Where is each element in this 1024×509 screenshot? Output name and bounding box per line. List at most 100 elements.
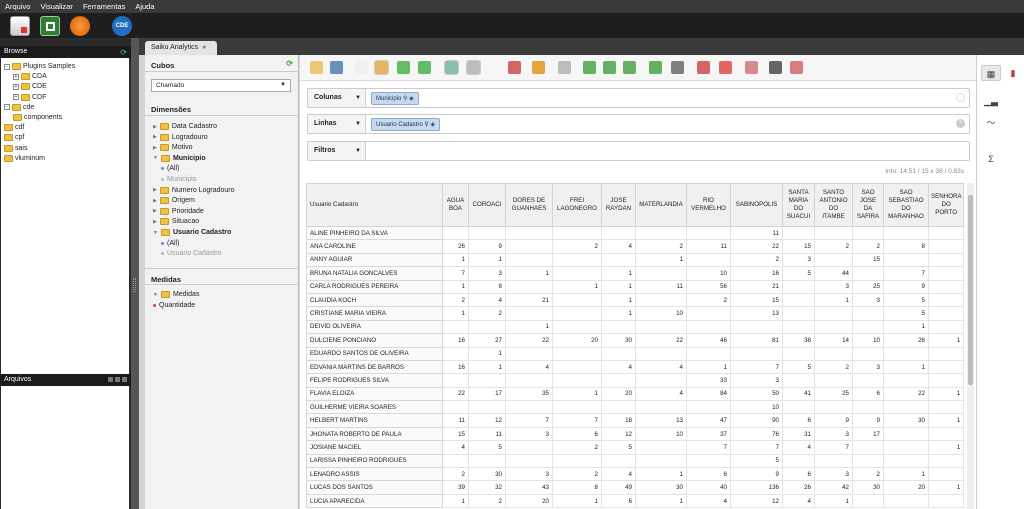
row-header[interactable]: EDVANIA MARTINS DE BARROS: [306, 359, 443, 375]
sum-icon[interactable]: Σ: [981, 151, 1001, 167]
table-cell[interactable]: [635, 453, 687, 469]
table-cell[interactable]: [601, 453, 636, 469]
table-cell[interactable]: [852, 440, 884, 455]
columns-chip-municipio[interactable]: Municipio ⚲ ◈: [371, 92, 419, 105]
sort-icon[interactable]: ◈: [409, 96, 414, 102]
table-cell[interactable]: 4: [601, 359, 636, 375]
run-icon[interactable]: [397, 61, 410, 74]
menu-ferramentas[interactable]: Ferramentas: [78, 2, 131, 11]
column-header[interactable]: SAO JOSE DA SAFIRA: [852, 183, 884, 227]
table-cell[interactable]: [927, 346, 965, 361]
table-cell[interactable]: 10: [686, 266, 731, 281]
table-cell[interactable]: 9: [730, 467, 783, 482]
row-header[interactable]: GUILHERME VIEIRA SOARES: [306, 400, 443, 415]
table-cell[interactable]: 1: [601, 306, 636, 321]
power-icon[interactable]: [70, 15, 90, 36]
chart-view-icon[interactable]: ▮: [1003, 65, 1023, 81]
tag-icon[interactable]: [745, 61, 758, 74]
drill-icon[interactable]: [558, 61, 571, 74]
table-cell[interactable]: 38: [782, 333, 815, 348]
search-icon[interactable]: ⚲: [403, 96, 407, 102]
table-cell[interactable]: [883, 252, 929, 268]
table-cell[interactable]: [883, 426, 929, 442]
table-cell[interactable]: 3: [782, 252, 815, 268]
caret-down-icon[interactable]: ▼: [153, 230, 158, 236]
table-cell[interactable]: 2: [686, 292, 731, 308]
table-cell[interactable]: [442, 346, 469, 361]
table-cell[interactable]: 3: [505, 426, 553, 442]
table-cell[interactable]: 1: [468, 252, 506, 268]
table-cell[interactable]: 37: [686, 426, 731, 442]
columns-axis-label[interactable]: Colunas ▼: [308, 89, 366, 107]
table-cell[interactable]: [852, 266, 884, 281]
row-header[interactable]: FLAVIA ELOIZA: [306, 386, 443, 402]
table-cell[interactable]: 13: [730, 306, 783, 321]
table-cell[interactable]: 10: [852, 333, 884, 348]
table-cell[interactable]: [686, 252, 731, 268]
row-header[interactable]: ANNY AGUIAR: [306, 252, 443, 268]
measure-item[interactable]: Quantidade: [153, 302, 195, 309]
table-cell[interactable]: 3: [814, 279, 853, 294]
table-cell[interactable]: 22: [505, 333, 553, 348]
table-cell[interactable]: [686, 306, 731, 321]
table-cell[interactable]: [927, 319, 965, 335]
table-cell[interactable]: 11: [686, 239, 731, 254]
table-cell[interactable]: [852, 319, 884, 335]
table-cell[interactable]: [883, 373, 929, 388]
table-cell[interactable]: 40: [686, 480, 731, 495]
table-cell[interactable]: 11: [635, 279, 687, 294]
dimension-item[interactable]: ▶ Origem: [153, 197, 195, 205]
table-cell[interactable]: 6: [686, 467, 731, 482]
row-header[interactable]: CRISTIANE MARIA VIEIRA: [306, 306, 443, 321]
table-cell[interactable]: 12: [468, 413, 506, 428]
column-header[interactable]: AGUA BOA: [442, 183, 469, 227]
table-cell[interactable]: 12: [601, 426, 636, 442]
table-cell[interactable]: [468, 225, 506, 241]
menu-ajuda[interactable]: Ajuda: [130, 2, 159, 11]
mdx-icon[interactable]: [508, 61, 521, 74]
table-cell[interactable]: 3: [814, 467, 853, 482]
tab-saiku-analytics[interactable]: Saiku Analytics ●: [145, 41, 217, 55]
table-cell[interactable]: 7: [730, 359, 783, 375]
column-header[interactable]: SENHORA DO PORTO: [927, 183, 965, 227]
tree-item[interactable]: - cde: [4, 103, 34, 111]
row-header[interactable]: DEIVID OLIVEIRA: [306, 319, 443, 335]
row-header[interactable]: LARISSA PINHEIRO RODRIGUES: [306, 453, 443, 469]
table-cell[interactable]: [927, 359, 965, 375]
table-cell[interactable]: 8: [883, 239, 929, 254]
table-cell[interactable]: 4: [601, 239, 636, 254]
table-cell[interactable]: [927, 239, 965, 254]
column-header[interactable]: MATERLANDIA: [635, 183, 687, 227]
table-cell[interactable]: [730, 346, 783, 361]
table-cell[interactable]: 6: [852, 386, 884, 402]
table-cell[interactable]: [686, 400, 731, 415]
table-cell[interactable]: [442, 373, 469, 388]
table-cell[interactable]: 2: [814, 359, 853, 375]
table-cell[interactable]: 9: [852, 413, 884, 428]
table-cell[interactable]: [505, 279, 553, 294]
table-cell[interactable]: 1: [442, 279, 469, 294]
sort-icon[interactable]: ◈: [430, 122, 435, 128]
chart-add-icon[interactable]: [790, 61, 803, 74]
table-cell[interactable]: [852, 373, 884, 388]
table-cell[interactable]: [635, 292, 687, 308]
panel-splitter[interactable]: [131, 38, 139, 509]
table-cell[interactable]: 50: [730, 386, 783, 402]
table-cell[interactable]: 14: [814, 333, 853, 348]
table-cell[interactable]: 3: [468, 266, 506, 281]
auto-run-icon[interactable]: [418, 61, 431, 74]
table-cell[interactable]: [686, 319, 731, 335]
table-cell[interactable]: 1: [927, 386, 965, 402]
table-cell[interactable]: [468, 319, 506, 335]
fullscreen-icon[interactable]: [769, 61, 782, 74]
table-cell[interactable]: 5: [468, 440, 506, 455]
table-cell[interactable]: [852, 400, 884, 415]
row-header[interactable]: EDUARDO SANTOS DE OLIVEIRA: [306, 346, 443, 361]
dimension-item[interactable]: ▶ Motivo: [153, 144, 192, 152]
table-cell[interactable]: 5: [601, 440, 636, 455]
table-cell[interactable]: 1: [883, 319, 929, 335]
table-cell[interactable]: [468, 373, 506, 388]
table-cell[interactable]: [552, 266, 602, 281]
table-cell[interactable]: [814, 373, 853, 388]
table-cell[interactable]: 30: [601, 333, 636, 348]
